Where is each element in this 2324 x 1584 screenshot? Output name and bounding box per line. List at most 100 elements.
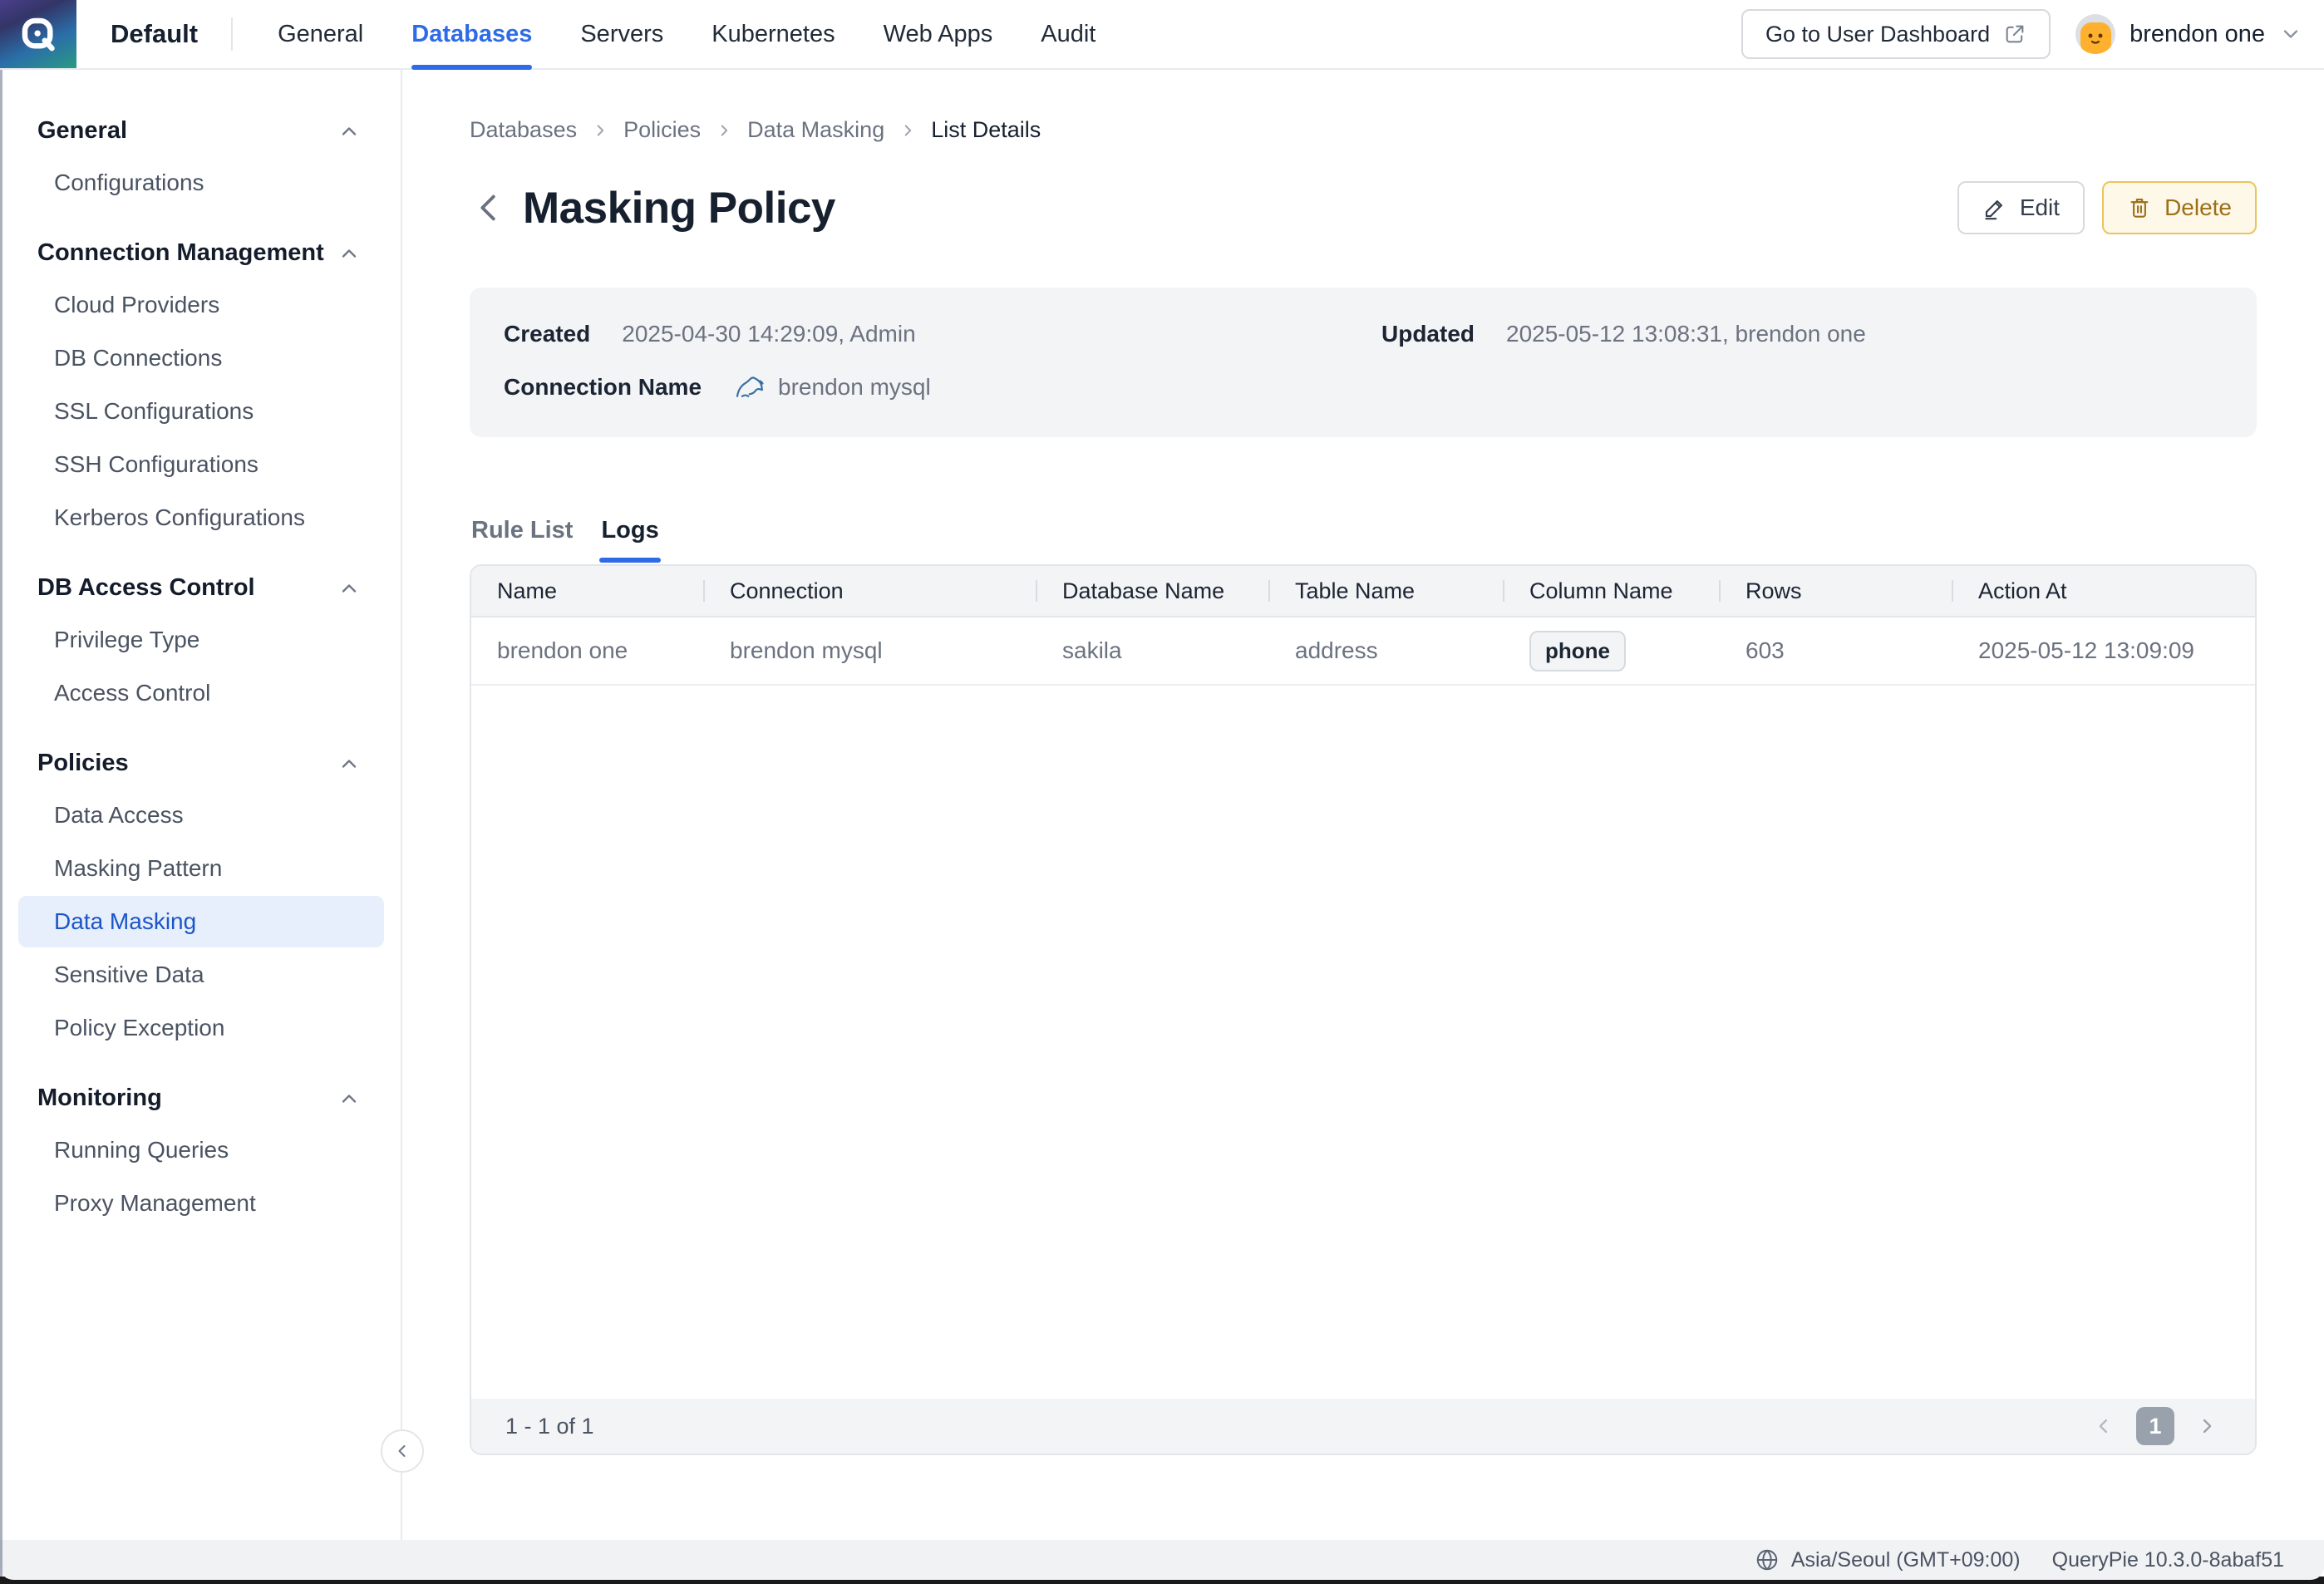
delete-button[interactable]: Delete	[2102, 181, 2257, 234]
sidebar-item-access-control[interactable]: Access Control	[18, 667, 384, 719]
column-name-badge: phone	[1529, 631, 1626, 671]
sidebar-section-db-access-control: DB Access Control Privilege TypeAccess Co…	[18, 564, 384, 719]
sidebar-section-title: General	[37, 117, 127, 145]
tab-logs[interactable]: Logs	[599, 517, 660, 563]
sidebar-item-cloud-providers[interactable]: Cloud Providers	[18, 279, 384, 331]
sidebar-item-data-access[interactable]: Data Access	[18, 790, 384, 841]
pagination-bar: 1 - 1 of 1 1	[471, 1399, 2255, 1454]
sidebar: General Configurations Connection Manageme…	[0, 70, 402, 1540]
updated-label: Updated	[1381, 321, 1475, 347]
sidebar-item-masking-pattern[interactable]: Masking Pattern	[18, 843, 384, 894]
created-label: Created	[504, 321, 590, 347]
cell-rows: 603	[1720, 637, 1952, 664]
connection-name-label: Connection Name	[504, 374, 702, 401]
window-left-edge	[0, 70, 2, 1577]
mysql-dolphin-icon	[733, 371, 766, 404]
main-content: Databases Policies Data Masking List Detail…	[404, 70, 2324, 1540]
breadcrumb-data-masking[interactable]: Data Masking	[747, 117, 884, 143]
pagination-summary: 1 - 1 of 1	[505, 1414, 594, 1439]
external-link-icon	[2003, 22, 2026, 46]
sidebar-item-policy-exception[interactable]: Policy Exception	[18, 1002, 384, 1054]
chevron-right-icon	[715, 121, 733, 140]
sidebar-section-policies: PoliciesData AccessMasking PatternData M…	[18, 740, 384, 1054]
sidebar-section-header-connection-management[interactable]: Connection Management	[18, 229, 384, 278]
sidebar-section-title: Connection Management	[37, 239, 324, 267]
sidebar-item-ssh-configurations[interactable]: SSH Configurations	[18, 439, 384, 490]
topbar-divider	[231, 17, 233, 51]
tab-rule-list[interactable]: Rule List	[470, 517, 574, 563]
policy-info-panel: Created 2025-04-30 14:29:09, Admin Updat…	[470, 288, 2257, 437]
logs-table: NameConnectionDatabase NameTable NameCol…	[470, 564, 2257, 1455]
cell-name: brendon one	[471, 637, 704, 664]
nav-tab-audit[interactable]: Audit	[1041, 0, 1096, 68]
sidebar-item-running-queries[interactable]: Running Queries	[18, 1124, 384, 1176]
sidebar-section-title: DB Access Control	[37, 574, 255, 602]
logs-table-header: NameConnectionDatabase NameTable NameCol…	[471, 566, 2255, 617]
sidebar-section-header-policies[interactable]: Policies	[18, 740, 384, 788]
chevron-up-icon	[337, 752, 361, 775]
chevron-right-icon	[899, 121, 917, 140]
sidebar-item-sensitive-data[interactable]: Sensitive Data	[18, 949, 384, 1001]
user-avatar-emoji-icon	[2075, 14, 2115, 54]
version-text: QueryPie 10.3.0-8abaf51	[2052, 1548, 2284, 1572]
top-bar: Default GeneralDatabasesServersKubernete…	[0, 0, 2324, 70]
breadcrumb: Databases Policies Data Masking List Detail…	[470, 117, 2257, 143]
sidebar-item-configurations[interactable]: Configurations	[18, 157, 384, 209]
go-to-user-dashboard-label: Go to User Dashboard	[1765, 22, 1990, 47]
sidebar-section-header-monitoring[interactable]: Monitoring	[18, 1075, 384, 1123]
timezone-text: Asia/Seoul (GMT+09:00)	[1791, 1548, 2021, 1572]
sidebar-section-monitoring: Monitoring Running QueriesProxy Managemen…	[18, 1075, 384, 1229]
sidebar-section-connection-management: Connection Management Cloud ProvidersDB C…	[18, 229, 384, 544]
sidebar-section-header-db-access-control[interactable]: DB Access Control	[18, 564, 384, 612]
logs-table-body: brendon onebrendon mysqlsakilaaddresspho…	[471, 617, 2255, 1399]
primary-nav: General Databases Servers Kubernetes Web App…	[278, 0, 1096, 68]
breadcrumb-policies[interactable]: Policies	[623, 117, 701, 143]
updated-value: 2025-05-12 13:08:31, brendon one	[1506, 321, 1866, 347]
nav-tab-databases[interactable]: Databases	[411, 0, 532, 68]
user-name: brendon one	[2130, 21, 2265, 48]
nav-tab-general[interactable]: General	[278, 0, 363, 68]
sidebar-item-kerberos-configurations[interactable]: Kerberos Configurations	[18, 492, 384, 544]
sidebar-section-title: Monitoring	[37, 1085, 162, 1112]
pagination-prev-button[interactable]	[2092, 1414, 2115, 1438]
breadcrumb-databases[interactable]: Databases	[470, 117, 577, 143]
back-button[interactable]	[470, 189, 508, 227]
chevron-up-icon	[337, 120, 361, 143]
user-menu[interactable]: brendon one	[2075, 14, 2302, 54]
sidebar-item-data-masking[interactable]: Data Masking	[18, 896, 384, 947]
querypie-logo-icon	[17, 12, 60, 56]
pagination-next-button[interactable]	[2195, 1414, 2218, 1438]
globe-icon	[1755, 1547, 1780, 1572]
chevron-left-icon	[2092, 1414, 2115, 1438]
nav-tab-web-apps[interactable]: Web Apps	[884, 0, 993, 68]
sidebar-item-proxy-management[interactable]: Proxy Management	[18, 1178, 384, 1229]
sidebar-section-header-general[interactable]: General	[18, 107, 384, 155]
breadcrumb-separator-icon	[715, 121, 733, 140]
pagination-page-1[interactable]: 1	[2136, 1407, 2174, 1445]
chevron-right-icon	[2195, 1414, 2218, 1438]
created-field: Created 2025-04-30 14:29:09, Admin	[504, 321, 1381, 347]
sidebar-collapse-button[interactable]	[381, 1429, 424, 1473]
go-to-user-dashboard-button[interactable]: Go to User Dashboard	[1741, 9, 2051, 59]
chevron-up-icon	[337, 752, 361, 775]
nav-tab-servers[interactable]: Servers	[580, 0, 663, 68]
breadcrumb-separator-icon	[591, 121, 609, 140]
pencil-icon	[1982, 195, 2007, 220]
sidebar-item-db-connections[interactable]: DB Connections	[18, 332, 384, 384]
breadcrumb-list-details: List Details	[931, 117, 1041, 143]
chevron-down-icon	[2279, 22, 2302, 46]
cell-connection: brendon mysql	[704, 637, 1036, 664]
nav-tab-kubernetes[interactable]: Kubernetes	[711, 0, 835, 68]
connection-name-value: brendon mysql	[733, 371, 931, 404]
table-row[interactable]: brendon onebrendon mysqlsakilaaddresspho…	[471, 617, 2255, 686]
sidebar-item-ssl-configurations[interactable]: SSL Configurations	[18, 386, 384, 437]
sidebar-item-privilege-type[interactable]: Privilege Type	[18, 614, 384, 666]
sidebar-section-general: General Configurations	[18, 107, 384, 209]
connection-name-text: brendon mysql	[778, 374, 931, 401]
cell-database-name: sakila	[1036, 637, 1269, 664]
column-header-action-at: Action At	[1952, 566, 2255, 616]
querypie-logo[interactable]	[0, 0, 76, 68]
column-header-connection: Connection	[704, 566, 1036, 616]
edit-button[interactable]: Edit	[1957, 181, 2085, 234]
column-header-column-name: Column Name	[1504, 566, 1720, 616]
